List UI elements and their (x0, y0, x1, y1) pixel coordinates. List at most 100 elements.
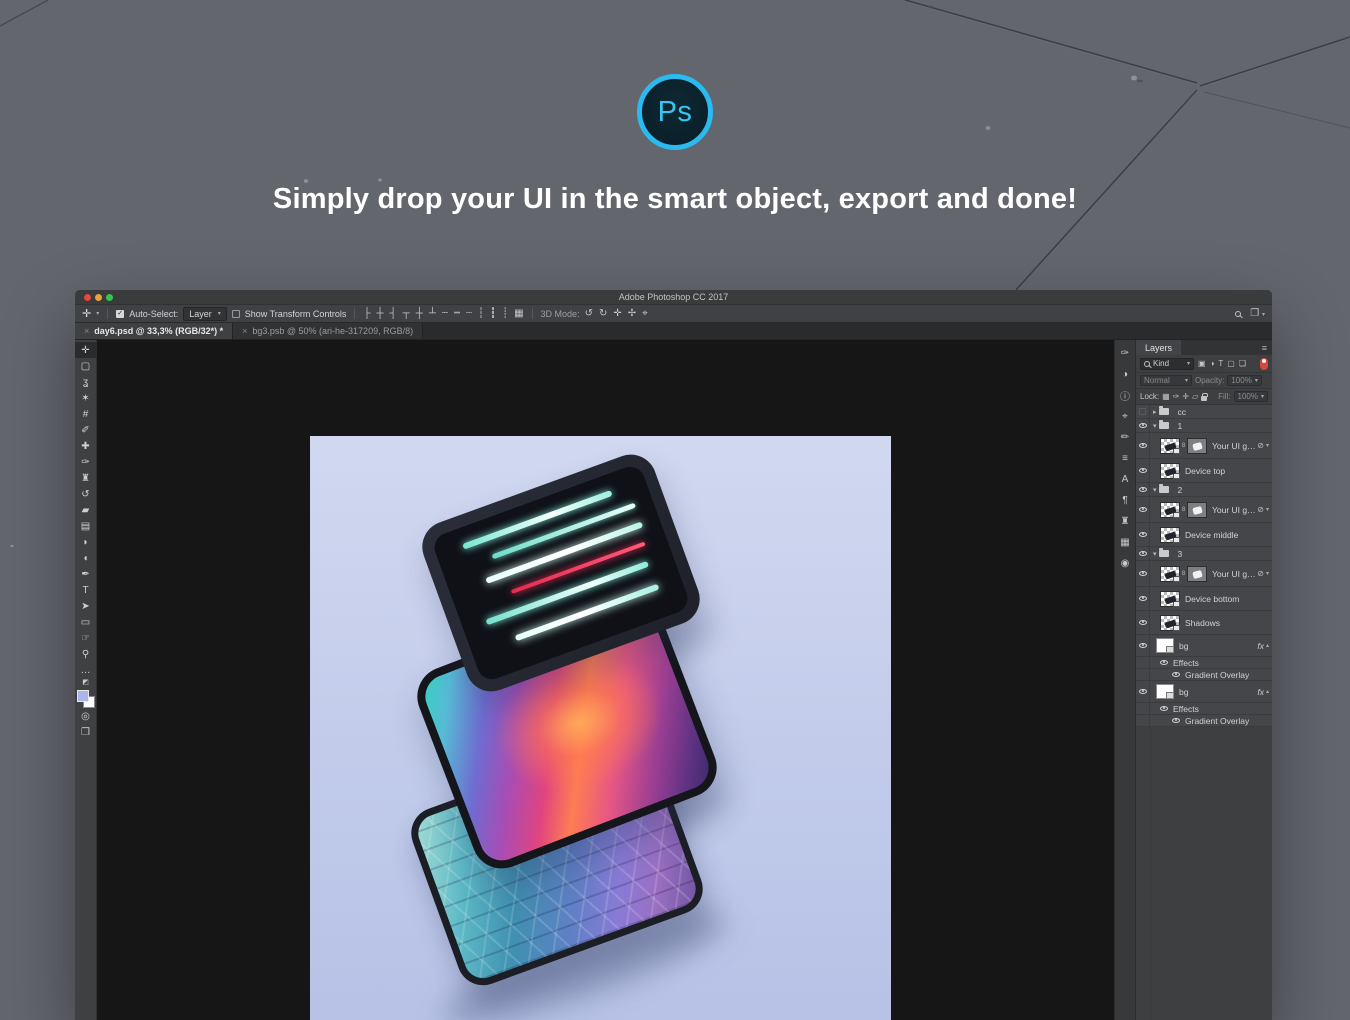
align-bottom-edges-icon[interactable]: ┴ (429, 308, 436, 319)
smart-filters-icon[interactable]: ⊘ (1257, 441, 1264, 450)
visibility-cell[interactable] (1136, 433, 1150, 458)
tool-path-selection-tool[interactable]: ➤ (75, 598, 97, 614)
visibility-eye-icon[interactable] (1139, 689, 1147, 694)
layer-thumbnail[interactable] (1160, 591, 1180, 607)
tool-gradient-tool[interactable]: ▤ (75, 518, 97, 534)
3d-zoom-icon[interactable]: ⌖ (642, 308, 648, 319)
layer-row-cc[interactable]: ▸cc (1136, 405, 1272, 419)
tool-edit-toolbar[interactable]: … (75, 662, 97, 678)
auto-align-layers-icon[interactable]: ▦ (514, 308, 523, 319)
align-right-edges-icon[interactable]: ┤ (390, 308, 397, 319)
visibility-eye-icon[interactable] (1172, 718, 1180, 723)
document-tab-day6[interactable]: × day6.psd @ 33,3% (RGB/32*) * (75, 323, 233, 339)
layer-row-effects[interactable]: Effects (1136, 657, 1272, 669)
layer-row-your-ui-g-[interactable]: 8Your UI g…⊘▾ (1136, 561, 1272, 587)
quick-mask-mode-icon[interactable]: ◎ (75, 708, 97, 724)
visibility-eye-icon[interactable] (1139, 468, 1147, 473)
filter-shape-layers-icon[interactable]: ▢ (1227, 359, 1235, 368)
3d-slide-icon[interactable]: ✢ (628, 308, 636, 319)
tool-eyedropper-tool[interactable]: ✐ (75, 422, 97, 438)
layer-row-3[interactable]: ▾3 (1136, 547, 1272, 561)
show-transform-checkbox[interactable] (232, 310, 240, 318)
tool-clone-stamp-tool[interactable]: ♜ (75, 470, 97, 486)
layer-row-shadows[interactable]: Shadows (1136, 611, 1272, 635)
tool-eraser-tool[interactable]: ▰ (75, 502, 97, 518)
visibility-cell[interactable] (1136, 497, 1150, 522)
visibility-cell[interactable] (1136, 547, 1150, 560)
distribute-horizontal-centers-icon[interactable]: ┇ (490, 308, 496, 319)
layer-row-device-middle[interactable]: Device middle (1136, 523, 1272, 547)
layer-effects-fx-icon[interactable]: fx (1257, 687, 1264, 697)
align-vertical-centers-icon[interactable]: ┼ (416, 308, 423, 319)
align-top-edges-icon[interactable]: ┬ (403, 308, 410, 319)
tool-shape-tool[interactable]: ▭ (75, 614, 97, 630)
layer-row-device-top[interactable]: Device top (1136, 459, 1272, 483)
filter-adjustment-layers-icon[interactable]: ◑ (1210, 359, 1215, 368)
navigator-icon[interactable]: ⌖ (1115, 406, 1135, 427)
tool-blur-tool[interactable]: ◗ (75, 534, 97, 550)
filter-type-layers-icon[interactable]: T (1218, 359, 1223, 368)
layer-mask-thumbnail[interactable] (1187, 502, 1207, 518)
bg-layer-thumbnail[interactable] (1156, 684, 1174, 699)
color-swatches[interactable] (77, 690, 95, 708)
layer-row-bg[interactable]: bgfx▴ (1136, 635, 1272, 657)
visibility-eye-icon[interactable] (1139, 532, 1147, 537)
group-chevron-icon[interactable]: ▾ (1153, 486, 1157, 494)
tool-hand-tool[interactable]: ☞ (75, 630, 97, 646)
layer-thumbnail[interactable] (1160, 463, 1180, 479)
collapse-chevron-icon[interactable]: ▴ (1266, 642, 1269, 649)
workspace-switcher-icon[interactable]: ❐ ▾ (1250, 308, 1265, 319)
align-left-edges-icon[interactable]: ├ (363, 308, 370, 319)
visibility-cell[interactable] (1136, 419, 1150, 432)
align-horizontal-centers-icon[interactable]: ┼ (376, 308, 383, 319)
character-icon[interactable]: A (1115, 469, 1135, 490)
properties-icon[interactable]: ≡ (1115, 448, 1135, 469)
visibility-cell[interactable] (1136, 669, 1150, 680)
smart-filters-icon[interactable]: ⊘ (1257, 569, 1264, 578)
distribute-vertical-centers-icon[interactable]: ┅ (454, 308, 460, 319)
visibility-cell[interactable] (1136, 483, 1150, 496)
clone-source-icon[interactable]: ♜ (1115, 511, 1135, 532)
collapse-chevron-icon[interactable]: ▾ (1266, 442, 1269, 449)
swap-colors-icon[interactable]: ◩ (82, 678, 89, 688)
tool-preset-chevron-icon[interactable]: ▾ (96, 310, 99, 317)
layer-effects-fx-icon[interactable]: fx (1257, 641, 1264, 651)
brush-settings-icon[interactable]: ✑ (1115, 343, 1135, 364)
panel-menu-icon[interactable]: ≡ (1262, 343, 1272, 353)
opacity-dropdown[interactable]: 100% ▾ (1227, 375, 1261, 386)
visibility-cell[interactable] (1136, 459, 1150, 482)
3d-roll-icon[interactable]: ↻ (599, 308, 607, 319)
visibility-cell[interactable] (1136, 657, 1150, 668)
collapse-chevron-icon[interactable]: ▾ (1266, 506, 1269, 513)
auto-select-checkbox[interactable]: ✓ (116, 310, 124, 318)
visibility-cell[interactable] (1136, 523, 1150, 546)
paragraph-icon[interactable]: ¶ (1115, 490, 1135, 511)
layer-thumbnail[interactable] (1160, 615, 1180, 631)
visibility-cell[interactable] (1136, 681, 1150, 702)
3d-pan-icon[interactable]: ✛ (613, 308, 621, 319)
layer-filter-toggle[interactable] (1260, 358, 1268, 370)
visibility-cell[interactable] (1136, 405, 1150, 418)
distribute-right-edges-icon[interactable]: ┊ (502, 308, 508, 319)
smart-object-thumbnail[interactable] (1160, 566, 1180, 582)
smart-object-thumbnail[interactable] (1160, 438, 1180, 454)
info-icon[interactable]: ⓘ (1115, 385, 1135, 406)
blend-mode-dropdown[interactable]: Normal ▾ (1140, 375, 1192, 386)
visibility-eye-icon[interactable] (1172, 672, 1180, 677)
collapse-chevron-icon[interactable]: ▴ (1266, 688, 1269, 695)
lock-all-icon[interactable] (1201, 396, 1207, 401)
layer-filter-kind-dropdown[interactable]: Kind ▾ (1140, 358, 1194, 370)
layer-mask-thumbnail[interactable] (1187, 438, 1207, 454)
fill-dropdown[interactable]: 100% ▾ (1234, 391, 1268, 402)
layer-row-your-ui-g-[interactable]: 8Your UI g…⊘▾ (1136, 433, 1272, 459)
visibility-empty-icon[interactable] (1139, 408, 1146, 415)
distribute-bottom-edges-icon[interactable]: ┈ (466, 308, 472, 319)
collapse-chevron-icon[interactable]: ▾ (1266, 570, 1269, 577)
group-chevron-icon[interactable]: ▾ (1153, 550, 1157, 558)
layer-thumbnail[interactable] (1160, 527, 1180, 543)
visibility-cell[interactable] (1136, 611, 1150, 634)
adjustments-icon[interactable]: ◑ (1115, 364, 1135, 385)
tool-type-tool[interactable]: T (75, 582, 97, 598)
layers-tab[interactable]: Layers (1136, 340, 1181, 355)
visibility-eye-icon[interactable] (1139, 423, 1147, 428)
